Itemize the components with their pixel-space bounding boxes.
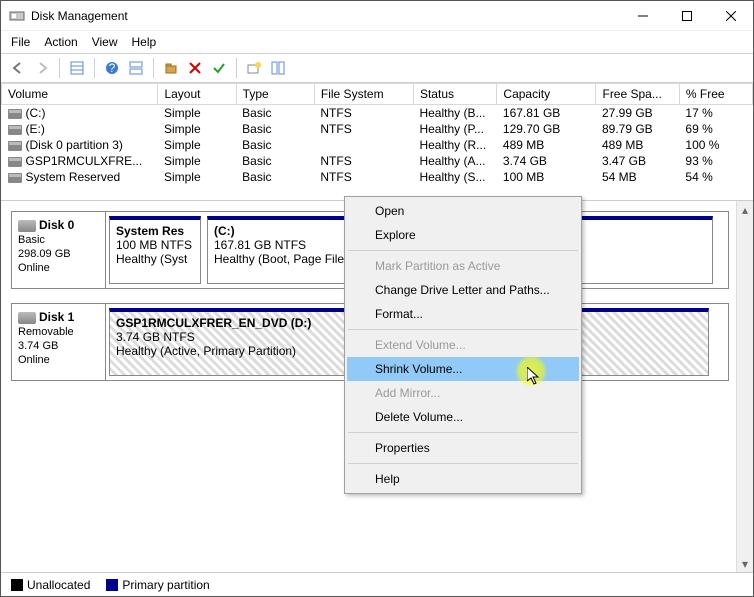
table-row[interactable]: System ReservedSimpleBasicNTFSHealthy (S… — [2, 169, 753, 185]
disk-info[interactable]: Disk 0Basic298.09 GBOnline — [12, 212, 106, 288]
help-icon[interactable]: ? — [101, 57, 123, 79]
split-view-icon[interactable] — [267, 57, 289, 79]
table-row[interactable]: (Disk 0 partition 3)SimpleBasicHealthy (… — [2, 137, 753, 153]
toolbar: ? — [1, 54, 753, 83]
menu-help[interactable]: Help — [132, 35, 157, 49]
context-menu-item[interactable]: Properties — [347, 436, 579, 460]
menubar: File Action View Help — [1, 31, 753, 54]
maximize-button[interactable] — [665, 1, 709, 31]
table-view-button[interactable] — [66, 57, 88, 79]
column-header[interactable]: Type — [236, 84, 314, 105]
delete-icon[interactable] — [184, 57, 206, 79]
context-menu-item[interactable]: Format... — [347, 302, 579, 326]
titlebar: Disk Management — [1, 1, 753, 31]
context-menu-item[interactable]: Delete Volume... — [347, 405, 579, 429]
context-menu-item: Add Mirror... — [347, 381, 579, 405]
scroll-up-icon[interactable]: ▴ — [739, 203, 752, 216]
legend-unallocated: Unallocated — [11, 578, 90, 592]
column-header[interactable]: Free Spa... — [596, 84, 679, 105]
context-menu-item[interactable]: Help — [347, 467, 579, 491]
column-header[interactable]: % Free — [679, 84, 752, 105]
back-button[interactable] — [7, 57, 29, 79]
minimize-button[interactable] — [621, 1, 665, 31]
context-menu: OpenExplore Mark Partition as ActiveChang… — [344, 196, 582, 494]
settings-button[interactable] — [160, 57, 182, 79]
column-header[interactable]: File System — [314, 84, 413, 105]
volume-list[interactable]: VolumeLayoutTypeFile SystemStatusCapacit… — [1, 83, 753, 201]
forward-button[interactable] — [31, 57, 53, 79]
new-partition-icon[interactable] — [243, 57, 265, 79]
column-header[interactable]: Capacity — [497, 84, 596, 105]
table-row[interactable]: GSP1RMCULXFRE...SimpleBasicNTFSHealthy (… — [2, 153, 753, 169]
context-menu-item[interactable]: Explore — [347, 223, 579, 247]
partition[interactable]: System Res100 MB NTFSHealthy (Syst — [109, 216, 201, 284]
table-row[interactable]: (E:)SimpleBasicNTFSHealthy (P...129.70 G… — [2, 121, 753, 137]
context-menu-item[interactable]: Open — [347, 199, 579, 223]
legend: Unallocated Primary partition — [1, 572, 753, 596]
disk-info[interactable]: Disk 1Removable3.74 GBOnline — [12, 304, 106, 380]
context-menu-item[interactable]: Change Drive Letter and Paths... — [347, 278, 579, 302]
scroll-down-icon[interactable]: ▾ — [739, 557, 752, 570]
column-header[interactable]: Volume — [2, 84, 158, 105]
menu-file[interactable]: File — [11, 35, 30, 49]
app-icon — [9, 8, 25, 24]
check-icon[interactable] — [208, 57, 230, 79]
vertical-scrollbar[interactable]: ▴ ▾ — [736, 201, 753, 572]
svg-text:?: ? — [109, 61, 116, 75]
context-menu-item: Mark Partition as Active — [347, 254, 579, 278]
context-menu-item[interactable]: Shrink Volume... — [347, 357, 579, 381]
menu-action[interactable]: Action — [44, 35, 77, 49]
context-menu-item: Extend Volume... — [347, 333, 579, 357]
legend-primary: Primary partition — [106, 578, 209, 592]
close-button[interactable] — [709, 1, 753, 31]
window-title: Disk Management — [31, 9, 621, 23]
menu-view[interactable]: View — [92, 35, 118, 49]
table-row[interactable]: (C:)SimpleBasicNTFSHealthy (B...167.81 G… — [2, 105, 753, 122]
layout-button[interactable] — [125, 57, 147, 79]
column-header[interactable]: Status — [413, 84, 496, 105]
column-header[interactable]: Layout — [158, 84, 236, 105]
